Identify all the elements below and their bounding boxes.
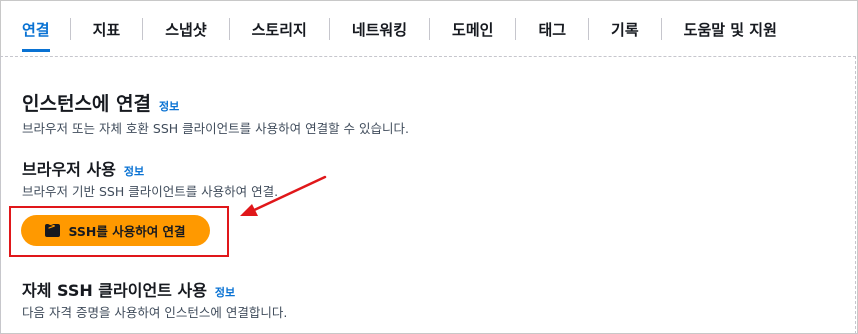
own-client-title: 자체 SSH 클라이언트 사용 bbox=[22, 281, 207, 300]
own-client-info-link[interactable]: 정보 bbox=[215, 284, 235, 300]
own-client-description: 다음 자격 증명을 사용하여 인스턴스에 연결합니다. bbox=[22, 305, 288, 320]
own-client-heading: 자체 SSH 클라이언트 사용 정보 bbox=[22, 277, 235, 301]
